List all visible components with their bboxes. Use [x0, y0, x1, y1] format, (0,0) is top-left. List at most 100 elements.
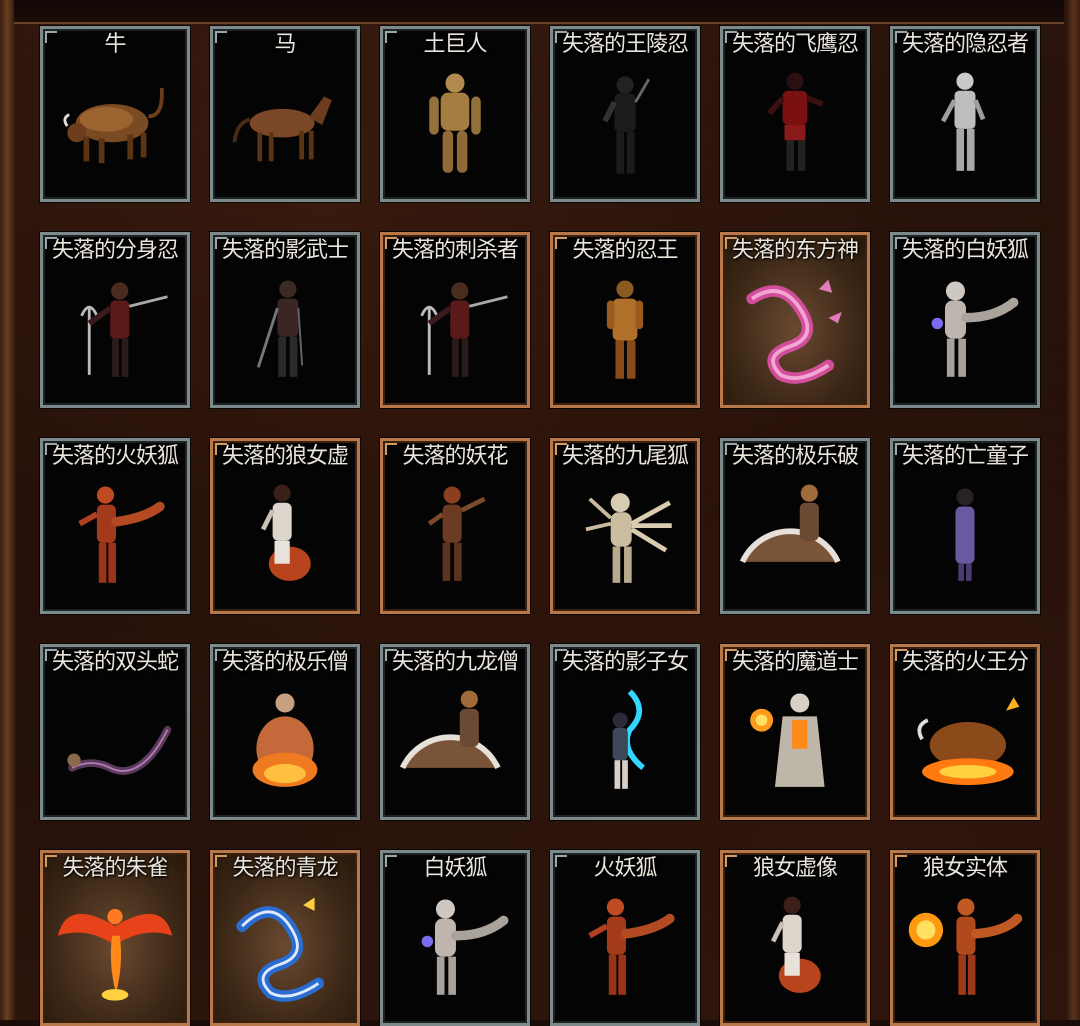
card-corner-ornament — [385, 649, 397, 661]
creature-card[interactable]: 失落的东方神 — [720, 232, 870, 408]
creature-name: 土巨人 — [423, 32, 487, 57]
fire-fox-icon — [53, 475, 177, 601]
creature-card[interactable]: 失落的隐忍者 — [890, 26, 1040, 202]
creature-name: 失落的双头蛇 — [51, 650, 179, 675]
creature-card[interactable]: 失落的火王分 — [890, 644, 1040, 820]
card-corner-ornament — [215, 649, 227, 661]
card-corner-ornament — [45, 855, 57, 867]
panel-left-border — [0, 0, 16, 1020]
creature-card[interactable]: 牛 — [40, 26, 190, 202]
card-corner-ornament — [555, 31, 567, 43]
creature-name: 失落的影武士 — [221, 238, 349, 263]
creature-card[interactable]: 失落的狼女虚 — [210, 438, 360, 614]
twin-snake-icon — [53, 681, 177, 807]
creature-card[interactable]: 失落的影武士 — [210, 232, 360, 408]
fire-monk-icon — [223, 681, 347, 807]
ox-icon — [53, 63, 177, 189]
creature-card[interactable]: 土巨人 — [380, 26, 530, 202]
card-corner-ornament — [385, 31, 397, 43]
creature-card[interactable]: 失落的火妖狐 — [40, 438, 190, 614]
creature-card[interactable]: 狼女实体 — [890, 850, 1040, 1026]
creature-card[interactable]: 马 — [210, 26, 360, 202]
creature-name: 失落的影子女 — [561, 650, 689, 675]
creature-name: 失落的极乐僧 — [221, 650, 349, 675]
panel-right-border — [1066, 0, 1080, 1020]
demon-flower-icon — [393, 475, 517, 601]
card-corner-ornament — [555, 443, 567, 455]
card-corner-ornament — [895, 31, 907, 43]
creature-card[interactable]: 失落的九尾狐 — [550, 438, 700, 614]
creature-name: 失落的朱雀 — [62, 856, 168, 881]
creature-card[interactable]: 失落的朱雀 — [40, 850, 190, 1026]
card-corner-ornament — [555, 237, 567, 249]
eastern-dragon-icon — [733, 269, 857, 395]
creature-card[interactable]: 失落的九龙僧 — [380, 644, 530, 820]
card-corner-ornament — [215, 31, 227, 43]
creature-card[interactable]: 失落的双头蛇 — [40, 644, 190, 820]
creature-card[interactable]: 失落的极乐破 — [720, 438, 870, 614]
creature-name: 失落的王陵忍 — [561, 32, 689, 57]
card-corner-ornament — [45, 237, 57, 249]
fire-beast-icon — [903, 681, 1027, 807]
creature-card[interactable]: 失落的分身忍 — [40, 232, 190, 408]
creature-name: 失落的妖花 — [402, 444, 508, 469]
card-corner-ornament — [725, 855, 737, 867]
creature-card[interactable]: 失落的影子女 — [550, 644, 700, 820]
nine-tail-fox-icon — [563, 475, 687, 601]
creature-name: 失落的狼女虚 — [221, 444, 349, 469]
creature-name: 失落的青龙 — [232, 856, 338, 881]
creature-name: 失落的刺杀者 — [391, 238, 519, 263]
ninja-trident-icon — [393, 269, 517, 395]
creature-name: 牛 — [104, 32, 126, 57]
creature-card[interactable]: 狼女虚像 — [720, 850, 870, 1026]
horse-icon — [223, 63, 347, 189]
ninja-trident-icon — [53, 269, 177, 395]
fire-fox-icon — [903, 887, 1027, 1013]
card-corner-ornament — [895, 443, 907, 455]
card-corner-ornament — [45, 31, 57, 43]
card-corner-ornament — [895, 855, 907, 867]
card-corner-ornament — [215, 855, 227, 867]
creature-card[interactable]: 白妖狐 — [380, 850, 530, 1026]
creature-name: 火妖狐 — [593, 856, 657, 881]
card-corner-ornament — [555, 855, 567, 867]
card-corner-ornament — [45, 649, 57, 661]
ninja-icon — [733, 63, 857, 189]
creature-card[interactable]: 失落的刺杀者 — [380, 232, 530, 408]
creature-name: 失落的飞鹰忍 — [731, 32, 859, 57]
creature-name: 失落的隐忍者 — [901, 32, 1029, 57]
creature-name: 白妖狐 — [423, 856, 487, 881]
creature-card[interactable]: 失落的妖花 — [380, 438, 530, 614]
creature-card[interactable]: 失落的青龙 — [210, 850, 360, 1026]
creature-grid: 牛 马 土巨人 失落的王陵忍 失落的飞鹰忍 失落的隐忍者失落的分身忍 失落的影武士 失落的刺杀… — [40, 26, 1040, 1026]
creature-card[interactable]: 失落的飞鹰忍 — [720, 26, 870, 202]
ninja-icon — [903, 63, 1027, 189]
creature-card[interactable]: 失落的亡童子 — [890, 438, 1040, 614]
creature-card[interactable]: 失落的忍王 — [550, 232, 700, 408]
creature-card[interactable]: 火妖狐 — [550, 850, 700, 1026]
card-corner-ornament — [385, 237, 397, 249]
creature-card[interactable]: 失落的极乐僧 — [210, 644, 360, 820]
wolf-woman-icon — [223, 475, 347, 601]
phoenix-icon — [53, 887, 177, 1013]
earth-giant-icon — [393, 63, 517, 189]
sorcerer-icon — [733, 681, 857, 807]
azure-dragon-icon — [223, 887, 347, 1013]
card-corner-ornament — [45, 443, 57, 455]
fire-fox-icon — [563, 887, 687, 1013]
creature-card[interactable]: 失落的白妖狐 — [890, 232, 1040, 408]
card-corner-ornament — [215, 237, 227, 249]
creature-name: 失落的分身忍 — [51, 238, 179, 263]
creature-name: 马 — [274, 32, 296, 57]
card-corner-ornament — [385, 855, 397, 867]
fan-monk-icon — [393, 681, 517, 807]
creature-card[interactable]: 失落的王陵忍 — [550, 26, 700, 202]
wolf-woman-icon — [733, 887, 857, 1013]
creature-name: 失落的东方神 — [731, 238, 859, 263]
creature-name: 失落的极乐破 — [731, 444, 859, 469]
creature-card[interactable]: 失落的魔道士 — [720, 644, 870, 820]
card-corner-ornament — [215, 443, 227, 455]
ninja-king-icon — [563, 269, 687, 395]
creature-name: 失落的白妖狐 — [901, 238, 1029, 263]
white-fox-icon — [903, 269, 1027, 395]
